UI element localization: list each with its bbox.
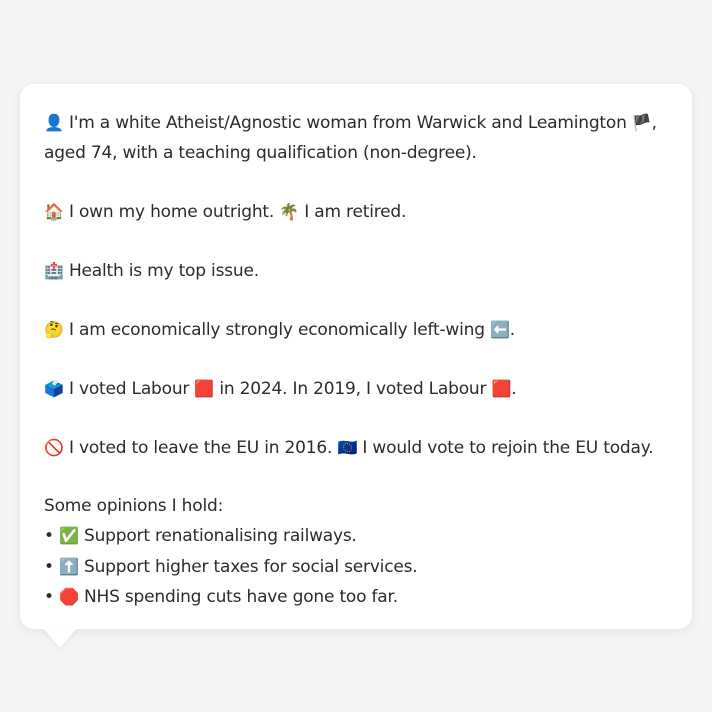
eu-leave-text: I voted to leave the EU in 2016.: [68, 437, 333, 458]
hospital-icon: 🏥: [44, 260, 64, 280]
thinking-face-icon: 🤔: [44, 319, 64, 339]
eu-rejoin-text: I would vote to rejoin the EU today.: [362, 437, 654, 458]
palm-tree-icon: 🌴: [279, 201, 300, 221]
vote-2024-text: I voted Labour: [68, 378, 190, 399]
opinion-text: NHS spending cuts have gone too far.: [84, 587, 398, 607]
home-paragraph: 🏠 I own my home outright. 🌴 I am retired…: [44, 197, 672, 228]
eu-paragraph: 🚫 I voted to leave the EU in 2016. 🇪🇺 I …: [44, 433, 672, 464]
opinion-text: Support higher taxes for social services…: [84, 556, 418, 577]
bullet: •: [44, 526, 54, 546]
economics-paragraph: 🤔 I am economically strongly economicall…: [44, 319, 515, 340]
ballot-box-icon: 🗳️: [44, 378, 64, 398]
bullet: •: [44, 556, 54, 577]
speech-bubble-tail: [42, 627, 78, 648]
retired-text: I am retired.: [304, 201, 407, 222]
votes-paragraph: 🗳️ I voted Labour 🟥 in 2024. In 2019, I …: [44, 378, 517, 399]
person-icon: 👤: [44, 113, 64, 132]
opinions-section: Some opinions I hold: • ✅ Support renati…: [44, 492, 672, 613]
persona-card: 👤 I'm a white Atheist/Agnostic woman fro…: [20, 84, 692, 629]
eu-flag-icon: 🇪🇺: [337, 437, 358, 457]
red-square-icon: 🟥: [491, 378, 512, 398]
opinion-item: • ✅ Support renationalising railways.: [44, 521, 672, 552]
bio-paragraph: 👤 I'm a white Atheist/Agnostic woman fro…: [44, 108, 672, 168]
opinion-text: Support renationalising railways.: [84, 526, 357, 546]
vote-2019-text: in 2024. In 2019, I voted Labour: [219, 378, 487, 399]
england-flag-icon: 🏴: [631, 113, 652, 132]
opinions-heading: Some opinions I hold:: [44, 495, 224, 516]
bio-text: I'm a white Atheist/Agnostic woman from …: [68, 113, 627, 133]
stop-sign-icon: 🛑: [59, 587, 79, 606]
bullet: •: [44, 587, 54, 607]
home-text: I own my home outright.: [68, 201, 275, 222]
left-arrow-icon: ⬅️: [490, 319, 510, 339]
up-arrow-icon: ⬆️: [59, 556, 79, 576]
opinion-item: • ⬆️ Support higher taxes for social ser…: [44, 552, 672, 583]
issue-text: Health is my top issue.: [68, 260, 259, 281]
issue-paragraph: 🏥 Health is my top issue.: [44, 256, 672, 287]
opinion-item: • 🛑 NHS spending cuts have gone too far.: [44, 582, 672, 613]
prohibited-icon: 🚫: [44, 437, 64, 457]
house-icon: 🏠: [44, 201, 64, 221]
bio-continuation: aged 74, with a teaching qualification (…: [44, 142, 477, 163]
red-square-icon: 🟥: [194, 378, 215, 398]
economics-text: I am economically strongly economically …: [68, 319, 485, 340]
check-mark-icon: ✅: [59, 526, 79, 545]
